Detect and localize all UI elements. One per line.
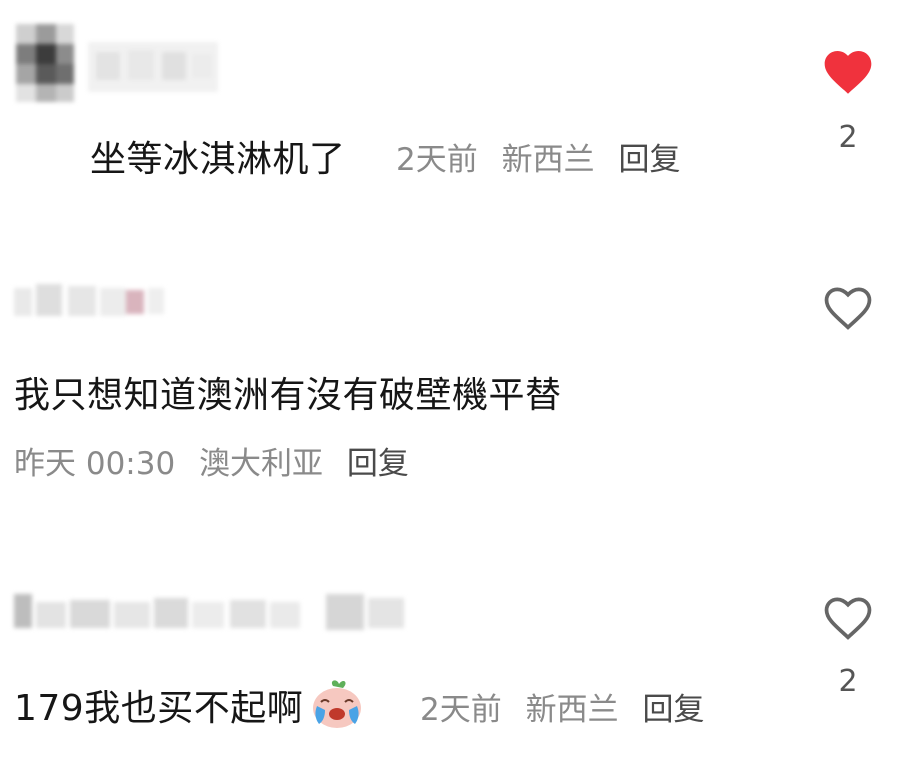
comment-text: 坐等冰淇淋机了 xyxy=(90,139,346,180)
heart-outline-icon[interactable] xyxy=(820,280,876,336)
comment-time: 2天前 xyxy=(420,692,502,728)
comment-location: 新西兰 xyxy=(501,142,595,178)
username-redacted[interactable] xyxy=(88,42,218,92)
username-redacted[interactable] xyxy=(14,278,164,324)
comment-item: 我只想知道澳洲有沒有破壁機平替 昨天 00:30 澳大利亚 回复 xyxy=(0,250,922,510)
like-count: 2 xyxy=(838,664,858,699)
comment-meta: 昨天 00:30 澳大利亚 回复 xyxy=(14,438,423,483)
username-redacted[interactable] xyxy=(14,588,414,636)
reply-button[interactable]: 回复 xyxy=(642,692,704,728)
reply-button[interactable]: 回复 xyxy=(618,142,680,178)
comment-item: 坐等冰淇淋机了 2天前 新西兰 回复 2 xyxy=(0,0,922,220)
like-count: 2 xyxy=(838,120,858,155)
crying-laughing-peach-emoji xyxy=(307,676,367,739)
comment-time: 昨天 00:30 xyxy=(14,446,176,482)
comment-location: 澳大利亚 xyxy=(199,446,324,482)
comment-item: 179我也买不起啊 2天前 新西兰 回复 2 xyxy=(0,560,922,764)
heart-outline-icon[interactable] xyxy=(820,590,876,646)
comment-text: 我只想知道澳洲有沒有破壁機平替 xyxy=(14,375,562,416)
comment-text-content: 179我也买不起啊 xyxy=(14,688,304,729)
comment-time: 2天前 xyxy=(396,142,478,178)
avatar[interactable] xyxy=(16,24,74,102)
comment-text: 179我也买不起啊 xyxy=(14,676,367,739)
comment-location: 新西兰 xyxy=(525,692,619,728)
heart-filled-icon[interactable] xyxy=(820,44,876,100)
comment-meta: 2天前 新西兰 回复 xyxy=(420,684,718,729)
reply-button[interactable]: 回复 xyxy=(347,446,409,482)
comment-meta: 2天前 新西兰 回复 xyxy=(396,134,694,179)
